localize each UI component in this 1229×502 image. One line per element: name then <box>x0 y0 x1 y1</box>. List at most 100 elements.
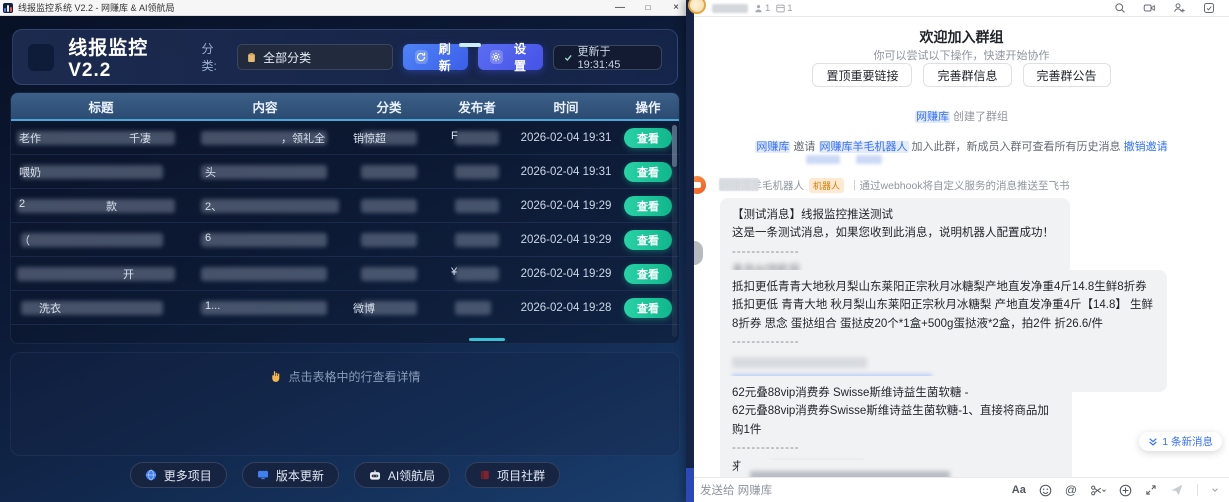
table-row[interactable]: 老作千凄 ，领礼全 销惊超 F 2026-02-04 19:31 查看 <box>11 121 679 155</box>
pin-link-button[interactable]: 置顶重要链接 <box>812 63 912 87</box>
minimize-button[interactable]: — <box>606 0 634 16</box>
view-button[interactable]: 查看 <box>624 264 672 284</box>
table-row[interactable]: （ 6 2026-02-04 19:29 查看 <box>11 223 679 257</box>
redacted-block <box>455 233 499 247</box>
monitor-icon <box>257 470 269 480</box>
category-select[interactable]: 全部分类 <box>237 44 393 70</box>
invitee-link[interactable]: 网赚库羊毛机器人 <box>819 141 909 153</box>
content-cell: ，领礼全 <box>191 121 339 154</box>
view-button[interactable]: 查看 <box>624 128 672 148</box>
column-header-title[interactable]: 标题 <box>11 93 191 119</box>
column-header-content[interactable]: 内容 <box>191 93 339 119</box>
inviter-link[interactable]: 网赚库 <box>755 141 790 153</box>
message-composer[interactable]: 发送给 网赚库 Aa @ <box>694 477 1229 502</box>
content-fragment: 1... <box>205 300 220 312</box>
chat-app-window: 1 1 欢迎加入群组 你可以尝试以下操作，快速开始协作 置顶重要链接 完善群信息… <box>686 0 1229 502</box>
expand-icon[interactable] <box>1145 484 1157 496</box>
content-cell: 1... <box>191 291 339 324</box>
tasks-icon[interactable] <box>1203 2 1215 14</box>
category-cell <box>339 155 439 188</box>
view-button[interactable]: 查看 <box>624 196 672 216</box>
rail-app-icon[interactable] <box>686 468 694 502</box>
send-options-chevron-icon[interactable] <box>1211 486 1219 494</box>
app-body: 线报监控 V2.2 分类: 全部分类 刷新 设置 <box>0 16 690 502</box>
emoji-icon[interactable] <box>1039 484 1052 497</box>
chat-message[interactable]: 抵扣更低青青大地秋月梨山东莱阳正宗秋月冰糖梨产地直发净重4斤14.8生鲜8折券 … <box>720 270 1167 392</box>
content-fragment: ，领礼全 <box>281 130 325 146</box>
category-fragment: 销惊超 <box>353 130 386 146</box>
refresh-icon <box>415 50 428 64</box>
redacted-links <box>806 155 882 164</box>
scrollbar-thumb[interactable] <box>672 125 677 167</box>
publisher-cell <box>439 291 515 324</box>
publisher-cell <box>439 155 515 188</box>
ai-nav-button[interactable]: AI领航局 <box>354 462 450 488</box>
title-cell: 2款 <box>11 189 191 222</box>
redacted-block <box>21 165 163 179</box>
font-format-icon[interactable]: Aa <box>1012 484 1026 496</box>
attach-plus-icon[interactable] <box>1119 484 1132 497</box>
column-header-category[interactable]: 分类 <box>339 93 439 119</box>
view-button[interactable]: 查看 <box>624 230 672 250</box>
refresh-button[interactable]: 刷新 <box>403 44 468 70</box>
view-button[interactable]: 查看 <box>624 298 672 318</box>
composer-placeholder[interactable]: 发送给 网赚库 <box>700 482 772 498</box>
community-button[interactable]: 项目社群 <box>465 462 560 488</box>
table-row[interactable]: 开 ¥ 2026-02-04 19:29 查看 <box>11 257 679 291</box>
table-scrollbar[interactable] <box>672 125 677 337</box>
person-icon <box>754 4 763 13</box>
maximize-button[interactable]: □ <box>634 0 662 16</box>
redacted-block <box>17 267 175 281</box>
category-cell <box>339 189 439 222</box>
publisher-cell <box>439 189 515 222</box>
group-info-button[interactable]: 完善群信息 <box>923 63 1011 87</box>
redacted-block <box>455 301 491 315</box>
column-header-action[interactable]: 操作 <box>617 93 679 119</box>
category-cell <box>339 257 439 290</box>
group-announcement-button[interactable]: 完善群公告 <box>1023 63 1111 87</box>
title-cell: 洗衣 <box>11 291 191 324</box>
new-message-badge[interactable]: 1 条新消息 <box>1139 432 1222 451</box>
version-update-button[interactable]: 版本更新 <box>242 462 339 488</box>
search-icon[interactable] <box>1114 2 1126 14</box>
publisher-cell: ¥ <box>439 257 515 290</box>
invite-line: 网赚库 邀请 网赚库羊毛机器人 加入此群，新成员入群可查看所有历史消息 撤销邀请 <box>694 138 1229 154</box>
chat-message-partial[interactable] <box>738 460 988 477</box>
scroll-indicator <box>459 43 481 47</box>
add-member-icon[interactable] <box>1173 2 1186 14</box>
column-header-publisher[interactable]: 发布者 <box>439 93 515 119</box>
view-button[interactable]: 查看 <box>624 162 672 182</box>
more-projects-button[interactable]: 更多项目 <box>130 462 227 488</box>
group-name-redacted <box>712 4 748 13</box>
mention-icon[interactable]: @ <box>1065 483 1077 497</box>
tab-count[interactable]: 1 <box>776 3 792 14</box>
screenshot-scissors-icon[interactable] <box>1090 484 1106 497</box>
chevron-double-down-icon <box>1148 437 1158 447</box>
title-cell: 喂奶 <box>11 155 191 188</box>
chat-body: 欢迎加入群组 你可以尝试以下操作，快速开始协作 置顶重要链接 完善群信息 完善群… <box>694 18 1229 477</box>
redacted-block <box>719 178 759 191</box>
table-header-row: 标题 内容 分类 发布者 时间 操作 <box>11 93 679 121</box>
send-icon[interactable] <box>1170 483 1184 497</box>
content-cell: 6 <box>191 223 339 256</box>
table-row[interactable]: 2款 2、 2026-02-04 19:29 查看 <box>11 189 679 223</box>
monitor-app-window: 线报监控系统 V2.2 - 网赚库 & AI领航局 — □ × 线报监控 V2.… <box>0 0 690 502</box>
redacted-block <box>806 155 840 164</box>
gear-icon <box>490 50 503 64</box>
bot-avatar[interactable] <box>694 176 706 194</box>
category-fragment: 微博 <box>353 300 375 316</box>
table-row[interactable]: 洗衣 1... 微博 2026-02-04 19:28 查看 <box>11 291 679 325</box>
time-cell: 2026-02-04 19:29 <box>515 257 617 290</box>
creator-link[interactable]: 网赚库 <box>915 111 950 123</box>
table-hint: 点击表格中的行查看详情 <box>0 368 690 385</box>
revoke-invite-link[interactable]: 撤销邀请 <box>1124 141 1168 153</box>
bot-name: 网赚库羊毛机器人 <box>720 178 804 193</box>
settings-button[interactable]: 设置 <box>478 44 543 70</box>
video-call-icon[interactable] <box>1143 2 1156 14</box>
feed-table: 标题 内容 分类 发布者 时间 操作 老作千凄 ，领礼全 销惊超 F 2026-… <box>10 92 680 344</box>
title-fragment: 老作 <box>19 130 41 146</box>
table-row[interactable]: 喂奶 头 2026-02-04 19:31 查看 <box>11 155 679 189</box>
member-count[interactable]: 1 <box>754 3 770 14</box>
content-cell <box>191 257 339 290</box>
column-header-time[interactable]: 时间 <box>515 93 617 119</box>
